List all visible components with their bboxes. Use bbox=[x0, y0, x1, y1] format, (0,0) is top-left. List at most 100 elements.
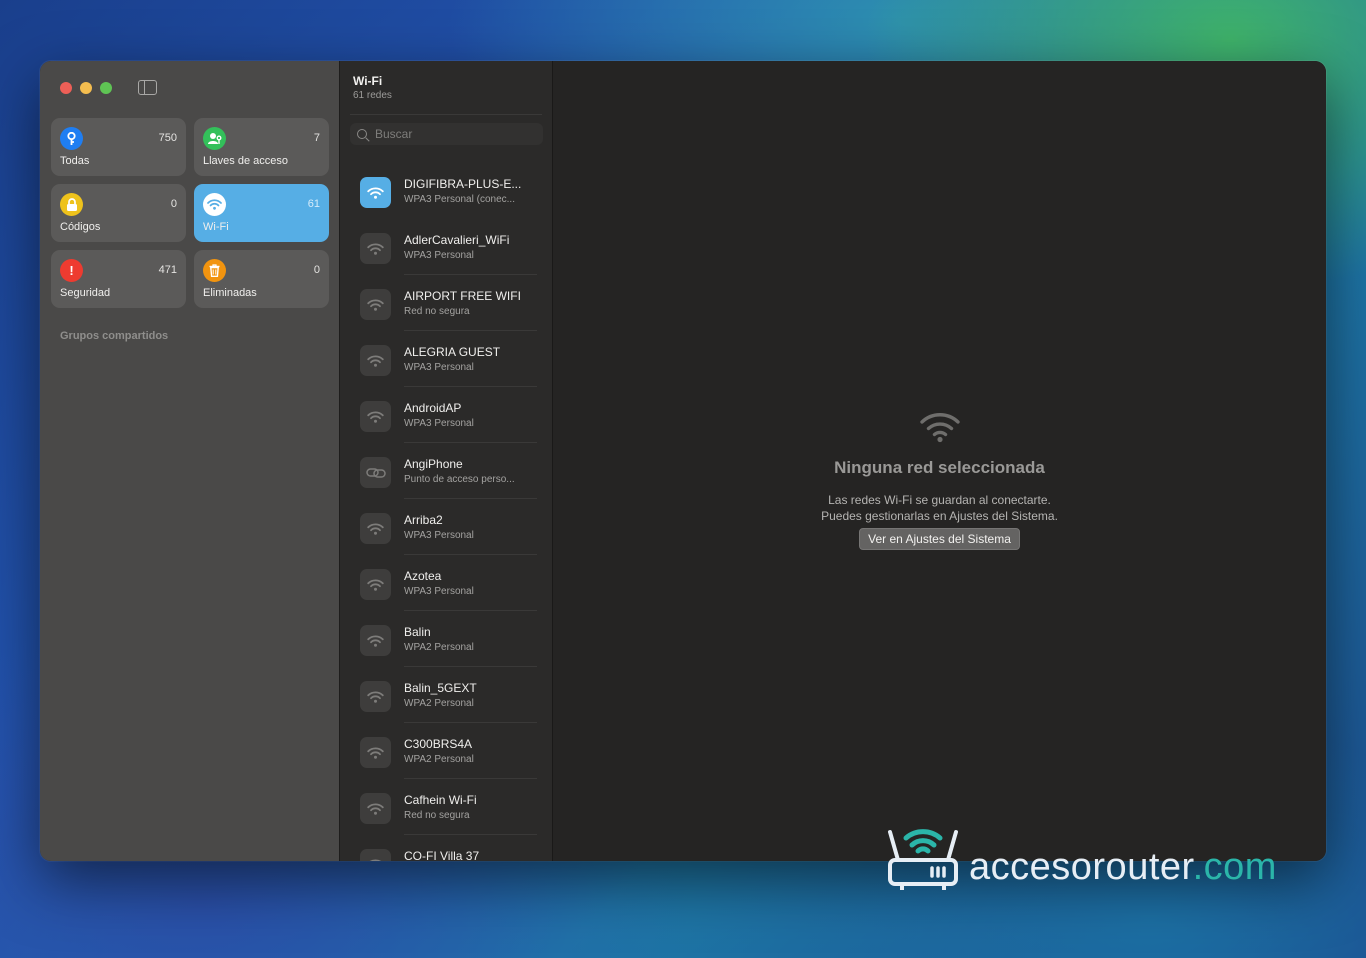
wifi-icon bbox=[360, 513, 391, 544]
list-item[interactable]: Cafhein Wi-Fi Red no segura bbox=[340, 779, 552, 835]
list-header: Wi-Fi 61 redes bbox=[353, 74, 392, 101]
network-name: CO-FI Villa 37 bbox=[404, 849, 480, 861]
close-window-button[interactable] bbox=[60, 82, 72, 94]
network-name: Cafhein Wi-Fi bbox=[404, 793, 477, 807]
wifi-icon bbox=[360, 289, 391, 320]
list-title: Wi-Fi bbox=[353, 74, 383, 88]
tile-todas[interactable]: 750 Todas bbox=[51, 118, 186, 176]
wifi-icon bbox=[360, 737, 391, 768]
empty-state-description: Las redes Wi-Fi se guardan al conectarte… bbox=[553, 492, 1326, 524]
tile-count: 471 bbox=[158, 264, 177, 276]
network-security: Red no segura bbox=[404, 810, 470, 821]
tile-count: 61 bbox=[307, 198, 320, 210]
tile-llaves-de-acceso[interactable]: 7 Llaves de acceso bbox=[194, 118, 329, 176]
router-logo-icon bbox=[888, 829, 958, 890]
list-item[interactable]: Balin WPA2 Personal bbox=[340, 611, 552, 667]
network-security: WPA3 Personal bbox=[404, 418, 474, 429]
list-item[interactable]: CO-FI Villa 37 bbox=[340, 835, 552, 861]
wifi-icon bbox=[360, 177, 391, 208]
shared-groups-heading: Grupos compartidos bbox=[60, 330, 169, 342]
empty-state: Ninguna red seleccionada Las redes Wi-Fi… bbox=[553, 411, 1326, 550]
network-name: DIGIFIBRA-PLUS-E... bbox=[404, 177, 522, 191]
list-item[interactable]: AIRPORT FREE WIFI Red no segura bbox=[340, 275, 552, 331]
tile-label: Llaves de acceso bbox=[203, 155, 288, 167]
list-item[interactable]: Azotea WPA3 Personal bbox=[340, 555, 552, 611]
list-item[interactable]: Balin_5GEXT WPA2 Personal bbox=[340, 667, 552, 723]
network-security: WPA3 Personal bbox=[404, 530, 474, 541]
network-security: Red no segura bbox=[404, 306, 470, 317]
tile-codigos[interactable]: 0 Códigos bbox=[51, 184, 186, 242]
wifi-icon bbox=[360, 625, 391, 656]
tile-count: 0 bbox=[170, 198, 177, 210]
open-system-settings-button[interactable]: Ver en Ajustes del Sistema bbox=[859, 528, 1020, 550]
tile-label: Seguridad bbox=[60, 287, 111, 299]
tile-label: Eliminadas bbox=[203, 287, 257, 299]
network-security: WPA2 Personal bbox=[404, 642, 474, 653]
sidebar-toggle-icon[interactable] bbox=[138, 80, 157, 95]
divider bbox=[350, 114, 542, 115]
lock-code-icon bbox=[60, 193, 83, 216]
window-controls bbox=[60, 82, 112, 94]
network-security: WPA3 Personal bbox=[404, 362, 474, 373]
list-item[interactable]: AngiPhone Punto de acceso perso... bbox=[340, 443, 552, 499]
wifi-icon bbox=[360, 569, 391, 600]
wifi-icon bbox=[203, 193, 226, 216]
network-security: WPA3 Personal (conec... bbox=[404, 194, 515, 205]
list-item[interactable]: AndroidAP WPA3 Personal bbox=[340, 387, 552, 443]
tile-eliminadas[interactable]: 0 Eliminadas bbox=[194, 250, 329, 308]
search-placeholder: Buscar bbox=[375, 127, 413, 141]
description-line: Puedes gestionarlas en Ajustes del Siste… bbox=[821, 509, 1058, 523]
network-security: Punto de acceso perso... bbox=[404, 474, 515, 485]
empty-state-title: Ninguna red seleccionada bbox=[834, 458, 1045, 477]
wifi-icon bbox=[360, 849, 391, 861]
category-tiles: 750 Todas 7 Llaves de acceso 0 Códigos 6… bbox=[51, 118, 329, 308]
network-security: WPA3 Personal bbox=[404, 250, 474, 261]
wifi-icon bbox=[360, 681, 391, 712]
watermark-text: accesorouter.com bbox=[969, 846, 1277, 889]
network-name: AIRPORT FREE WIFI bbox=[404, 289, 521, 303]
sidebar: 750 Todas 7 Llaves de acceso 0 Códigos 6… bbox=[40, 61, 340, 861]
tile-label: Todas bbox=[60, 155, 90, 167]
tile-wifi[interactable]: 61 Wi-Fi bbox=[194, 184, 329, 242]
passwords-window: 750 Todas 7 Llaves de acceso 0 Códigos 6… bbox=[40, 61, 1326, 861]
network-name: AndroidAP bbox=[404, 401, 462, 415]
network-name: AngiPhone bbox=[404, 457, 463, 471]
search-input[interactable]: Buscar bbox=[350, 123, 543, 145]
tile-count: 0 bbox=[313, 264, 320, 276]
exclamation-icon: ! bbox=[60, 259, 83, 282]
hotspot-link-icon bbox=[360, 457, 391, 488]
search-icon bbox=[357, 129, 367, 139]
wifi-icon bbox=[360, 401, 391, 432]
network-name: Balin_5GEXT bbox=[404, 681, 477, 695]
wifi-icon bbox=[360, 793, 391, 824]
wifi-icon bbox=[360, 345, 391, 376]
maximize-window-button[interactable] bbox=[100, 82, 112, 94]
network-name: Azotea bbox=[404, 569, 442, 583]
network-name: ALEGRIA GUEST bbox=[404, 345, 501, 359]
network-name: Arriba2 bbox=[404, 513, 443, 527]
tile-count: 750 bbox=[158, 132, 177, 144]
person-key-icon bbox=[203, 127, 226, 150]
network-security: WPA2 Personal bbox=[404, 698, 474, 709]
wifi-icon bbox=[919, 411, 961, 448]
list-item[interactable]: DIGIFIBRA-PLUS-E... WPA3 Personal (conec.… bbox=[340, 163, 552, 219]
network-name: AdlerCavalieri_WiFi bbox=[404, 233, 510, 247]
list-item[interactable]: Arriba2 WPA3 Personal bbox=[340, 499, 552, 555]
tile-seguridad[interactable]: ! 471 Seguridad bbox=[51, 250, 186, 308]
tile-count: 7 bbox=[313, 132, 320, 144]
watermark-name: accesorouter bbox=[969, 846, 1193, 888]
key-icon bbox=[60, 127, 83, 150]
trash-icon bbox=[203, 259, 226, 282]
list-item[interactable]: ALEGRIA GUEST WPA3 Personal bbox=[340, 331, 552, 387]
watermark: accesorouter.com bbox=[886, 820, 1306, 890]
minimize-window-button[interactable] bbox=[80, 82, 92, 94]
tile-label: Códigos bbox=[60, 221, 101, 233]
network-list-column: Wi-Fi 61 redes Buscar DIGIFIBRA-PLUS-E..… bbox=[340, 61, 553, 861]
network-name: C300BRS4A bbox=[404, 737, 473, 751]
network-security: WPA3 Personal bbox=[404, 586, 474, 597]
tile-label: Wi-Fi bbox=[203, 221, 229, 233]
list-item[interactable]: C300BRS4A WPA2 Personal bbox=[340, 723, 552, 779]
wifi-icon bbox=[360, 233, 391, 264]
description-line: Las redes Wi-Fi se guardan al conectarte… bbox=[828, 493, 1051, 507]
list-item[interactable]: AdlerCavalieri_WiFi WPA3 Personal bbox=[340, 219, 552, 275]
